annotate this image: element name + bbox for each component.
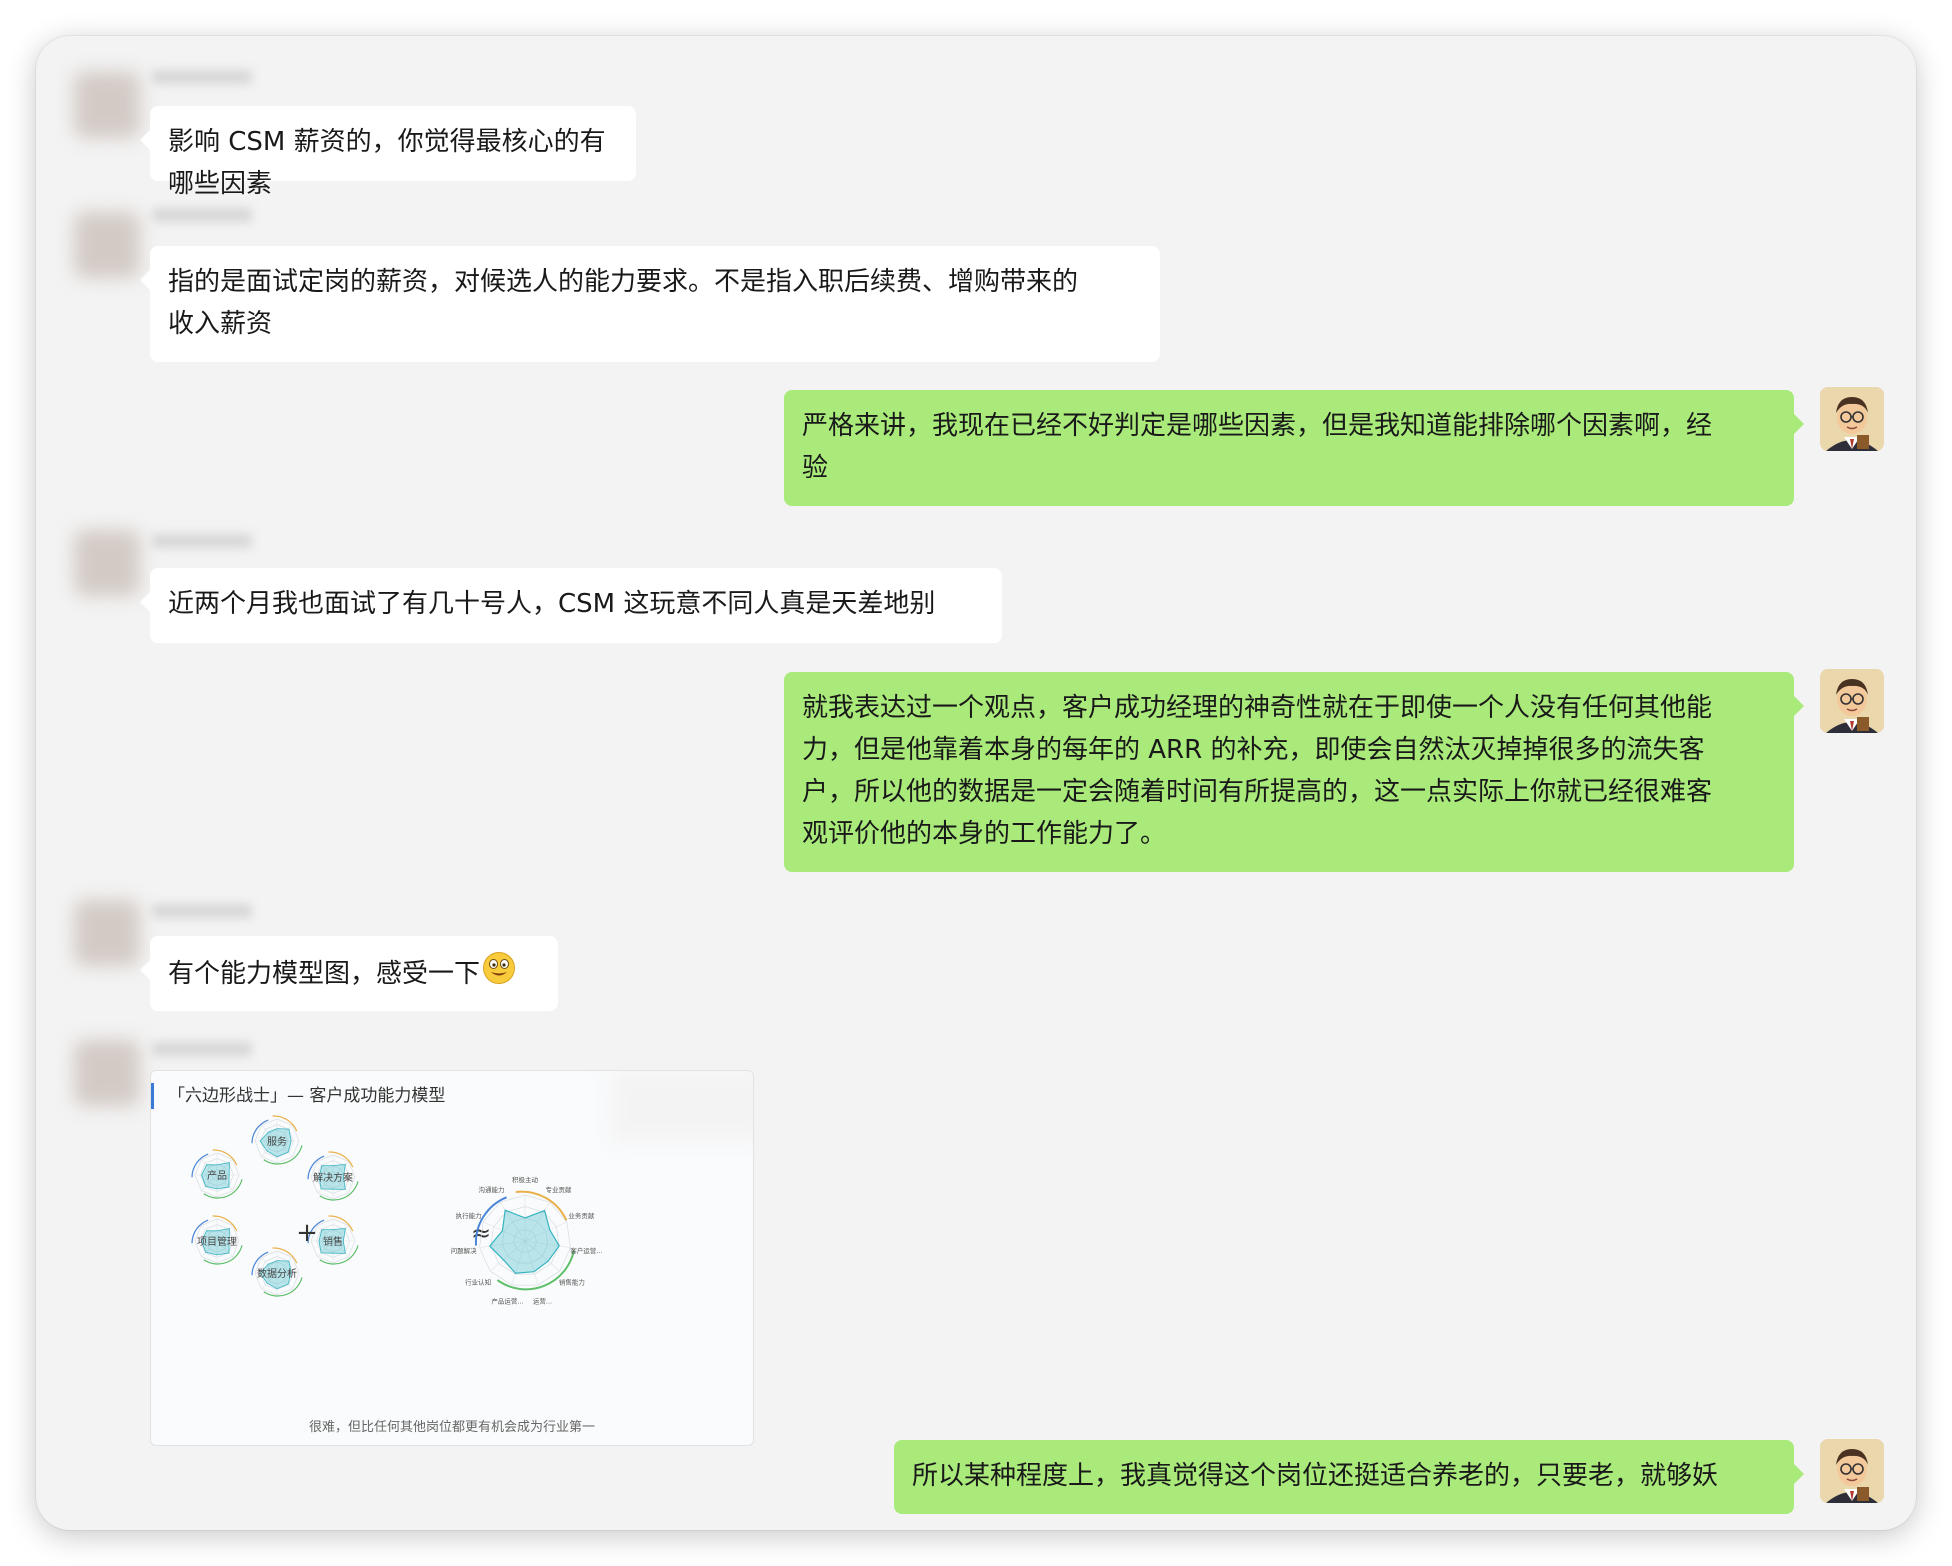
- message-line: 户，所以他的数据是一定会随着时间有所提高的，这一点实际上你就已经很难客: [802, 777, 1713, 807]
- message-text: 有个能力模型图，感受一下: [168, 959, 481, 989]
- chat-window: 影响 CSM 薪资的，你觉得最核心的有哪些因素 指的是面试定岗的薪资，对候选人的…: [36, 36, 1916, 1530]
- message-line: 验: [802, 453, 829, 483]
- radar-label: 销售: [323, 1235, 343, 1248]
- contact-avatar[interactable]: [74, 1040, 140, 1106]
- radar-arc-orange: [212, 1149, 238, 1166]
- my-message-bubble[interactable]: 严格来讲，我现在已经不好判定是哪些因素，但是我知道能排除哪个因素啊，经 验: [784, 390, 1804, 506]
- contact-name: [152, 208, 252, 222]
- message-text: 影响 CSM 薪资的，你觉得最核心的有哪些因素: [168, 127, 606, 199]
- radar-axis-label: 执行能力: [456, 1211, 482, 1220]
- message-line: 严格来讲，我现在已经不好判定是哪些因素，但是我知道能排除哪个因素啊，经: [802, 411, 1713, 441]
- radar-axis-label: 沟通能力: [479, 1185, 505, 1194]
- my-avatar[interactable]: [1820, 1439, 1884, 1503]
- cartoon-man-icon: [1820, 669, 1884, 733]
- message-bubble[interactable]: 有个能力模型图，感受一下: [140, 936, 558, 1011]
- radar-axis-label: 客户运营...: [570, 1246, 602, 1255]
- cartoon-man-icon: [1820, 1439, 1884, 1503]
- contact-avatar[interactable]: [74, 72, 140, 138]
- radar-label: 产品: [207, 1169, 227, 1182]
- cartoon-man-icon: [1820, 387, 1884, 451]
- radar-axis-label: 运营...: [533, 1297, 552, 1306]
- radar-axis-label: 业务贡献: [568, 1211, 595, 1220]
- message-line: 力，但是他靠着本身的每年的 ARR 的补充，即使会自然汰灭掉掉很多的流失客: [802, 735, 1705, 765]
- contact-name: [152, 70, 252, 84]
- radar-label: 解决方案: [313, 1171, 353, 1184]
- radar-area: [488, 1209, 560, 1274]
- message-line: 就我表达过一个观点，客户成功经理的神奇性就在于即使一个人没有任何其他能: [802, 693, 1713, 723]
- grinning-face-icon: [482, 951, 516, 998]
- contact-name: [152, 1042, 252, 1056]
- message-line: 观评价他的本身的工作能力了。: [802, 819, 1167, 849]
- image-title: 「六边形战士」— 客户成功能力模型: [151, 1083, 445, 1109]
- my-message-bubble[interactable]: 所以某种程度上，我真觉得这个岗位还挺适合养老的，只要老，就够妖: [894, 1440, 1804, 1514]
- my-avatar[interactable]: [1820, 387, 1884, 451]
- message-line: 指的是面试定岗的薪资，对候选人的能力要求。不是指入职后续费、增购带来的: [168, 267, 1079, 297]
- capability-model-diagram: 服务产品 解决方案项目管理 销售数据分析 + ≈ 积极主动专业贡献业务贡献客户运营.…: [191, 1115, 603, 1306]
- radar-axis-label: 产品运营...: [491, 1297, 523, 1306]
- message-text: 所以某种程度上，我真觉得这个岗位还挺适合养老的，只要老，就够妖: [912, 1461, 1719, 1491]
- my-avatar[interactable]: [1820, 669, 1884, 733]
- message-bubble[interactable]: 近两个月我也面试了有几十号人，CSM 这玩意不同人真是天差地别: [140, 568, 1002, 643]
- image-caption: 很难，但比任何其他岗位都更有机会成为行业第一: [308, 1420, 595, 1435]
- message-bubble[interactable]: 影响 CSM 薪资的，你觉得最核心的有哪些因素: [140, 106, 636, 199]
- small-radar-chart: 服务: [251, 1115, 303, 1165]
- radar-label: 服务: [267, 1135, 287, 1148]
- contact-name: [152, 904, 252, 918]
- small-radar-chart: 解决方案: [307, 1151, 359, 1201]
- contact-avatar[interactable]: [74, 530, 140, 596]
- message-line: 收入薪资: [168, 309, 273, 339]
- image-message[interactable]: 「六边形战士」— 客户成功能力模型 服务 产品 解决方案 项目管理 销售 数据分析 + ≈…: [150, 1070, 754, 1446]
- radar-label: 项目管理: [197, 1235, 237, 1248]
- radar-axis-label: 积极主动: [512, 1175, 539, 1184]
- contact-avatar[interactable]: [74, 900, 140, 966]
- contact-name: [152, 534, 252, 548]
- radar-axis-label: 销售能力: [559, 1278, 585, 1287]
- radar-axis-label: 行业认知: [465, 1278, 491, 1287]
- radar-label: 数据分析: [257, 1267, 297, 1280]
- radar-axis-label: 专业贡献: [546, 1185, 573, 1194]
- message-text: 近两个月我也面试了有几十号人，CSM 这玩意不同人真是天差地别: [168, 589, 936, 619]
- message-bubble[interactable]: 指的是面试定岗的薪资，对候选人的能力要求。不是指入职后续费、增购带来的 收入薪资: [140, 246, 1160, 362]
- plus-sign: +: [296, 1218, 318, 1248]
- radar-arc-orange: [212, 1215, 238, 1232]
- contact-avatar[interactable]: [74, 212, 140, 278]
- small-radar-chart: 数据分析: [251, 1247, 303, 1297]
- small-radar-chart: 产品: [191, 1149, 243, 1199]
- small-radar-chart: 项目管理: [191, 1215, 243, 1265]
- radar-axis-label: 问题解决: [451, 1246, 478, 1255]
- my-message-bubble[interactable]: 就我表达过一个观点，客户成功经理的神奇性就在于即使一个人没有任何其他能 力，但是…: [784, 672, 1804, 872]
